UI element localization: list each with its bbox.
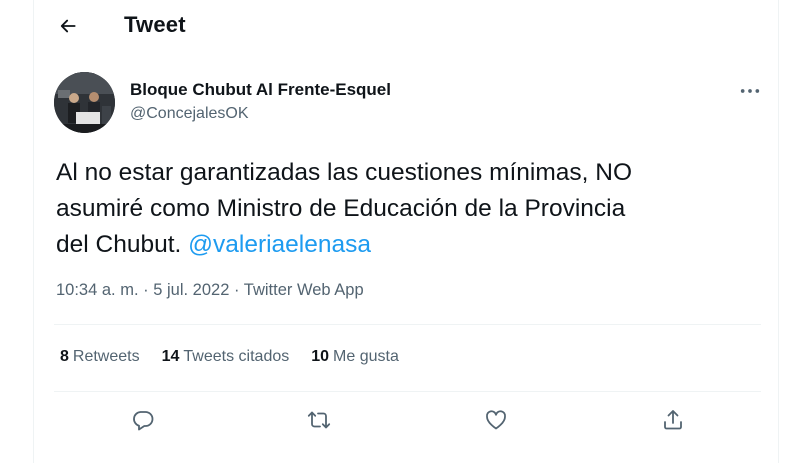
share-icon <box>664 410 682 430</box>
author-name[interactable]: Bloque Chubut Al Frente-Esquel <box>130 80 391 100</box>
reply-icon <box>133 411 154 431</box>
share-button[interactable] <box>653 400 693 440</box>
tweet-source[interactable]: Twitter Web App <box>244 281 364 299</box>
more-button[interactable] <box>734 80 766 102</box>
retweets-stat[interactable]: 8 Retweets <box>60 348 140 366</box>
retweets-label: Retweets <box>72 348 140 365</box>
divider <box>54 324 761 325</box>
back-button[interactable] <box>50 8 86 44</box>
reply-button[interactable] <box>123 400 163 440</box>
tweet-text-line: asumiré como Ministro de Educación de la… <box>56 195 626 222</box>
quotes-label: Tweets citados <box>183 348 290 365</box>
avatar-photo <box>54 72 115 133</box>
tweet-column: Tweet Bloque Chubut Al Frente-Esquel @Co… <box>33 0 779 463</box>
meta-separator: · <box>143 281 149 299</box>
author-handle[interactable]: @ConcejalesOK <box>130 105 249 123</box>
arrow-left-icon <box>60 19 76 33</box>
tweet-text: Al no estar garantizadas las cuestiones … <box>56 155 756 263</box>
heart-icon <box>486 410 506 430</box>
tweet-date[interactable]: 5 jul. 2022 <box>153 281 229 299</box>
tweet-time[interactable]: 10:34 a. m. <box>56 281 139 299</box>
tweet-meta: 10:34 a. m. · 5 jul. 2022 · Twitter Web … <box>56 281 364 300</box>
tweet-actions <box>34 400 778 442</box>
retweet-icon <box>307 411 331 429</box>
quotes-stat[interactable]: 14 Tweets citados <box>162 348 290 366</box>
likes-stat[interactable]: 10 Me gusta <box>311 348 399 366</box>
page-title: Tweet <box>124 12 186 37</box>
like-button[interactable] <box>476 400 516 440</box>
page-header: Tweet <box>34 0 778 53</box>
divider <box>54 391 761 392</box>
likes-label: Me gusta <box>333 348 399 365</box>
tweet-text-line: del Chubut. <box>56 231 189 258</box>
likes-count: 10 <box>311 348 330 365</box>
tweet-text-line: Al no estar garantizadas las cuestiones … <box>56 159 633 186</box>
tweet-text-line: del Chubut. @valeriaelenasa <box>56 227 756 263</box>
avatar[interactable] <box>54 72 115 133</box>
mention-link[interactable]: @valeriaelenasa <box>188 231 371 258</box>
meta-separator: · <box>234 281 240 299</box>
quotes-count: 14 <box>161 348 180 365</box>
retweets-count: 8 <box>60 348 69 365</box>
retweet-button[interactable] <box>299 400 339 440</box>
tweet-stats: 8 Retweets 14 Tweets citados 10 Me gusta <box>60 348 399 366</box>
more-icon <box>740 89 760 93</box>
